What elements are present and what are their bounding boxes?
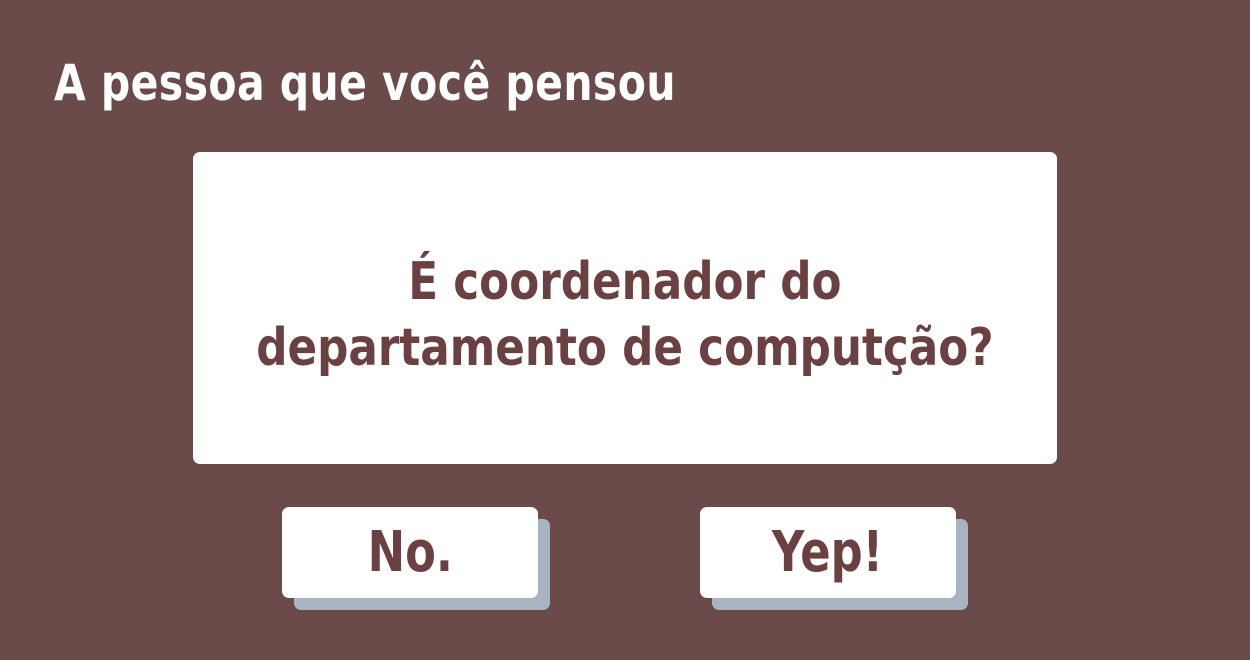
question-line-2: departamento de computção? <box>256 318 994 378</box>
yes-button-label: Yep! <box>772 519 884 585</box>
question-text: É coordenador do departamento de computçã… <box>256 235 993 381</box>
question-card: É coordenador do departamento de computçã… <box>193 152 1057 464</box>
no-button-label: No. <box>367 519 453 585</box>
no-button[interactable]: No. <box>282 507 538 598</box>
yes-button[interactable]: Yep! <box>700 507 956 598</box>
page-title: A pessoa que você pensou <box>54 54 676 112</box>
question-line-1: É coordenador do <box>408 252 842 312</box>
